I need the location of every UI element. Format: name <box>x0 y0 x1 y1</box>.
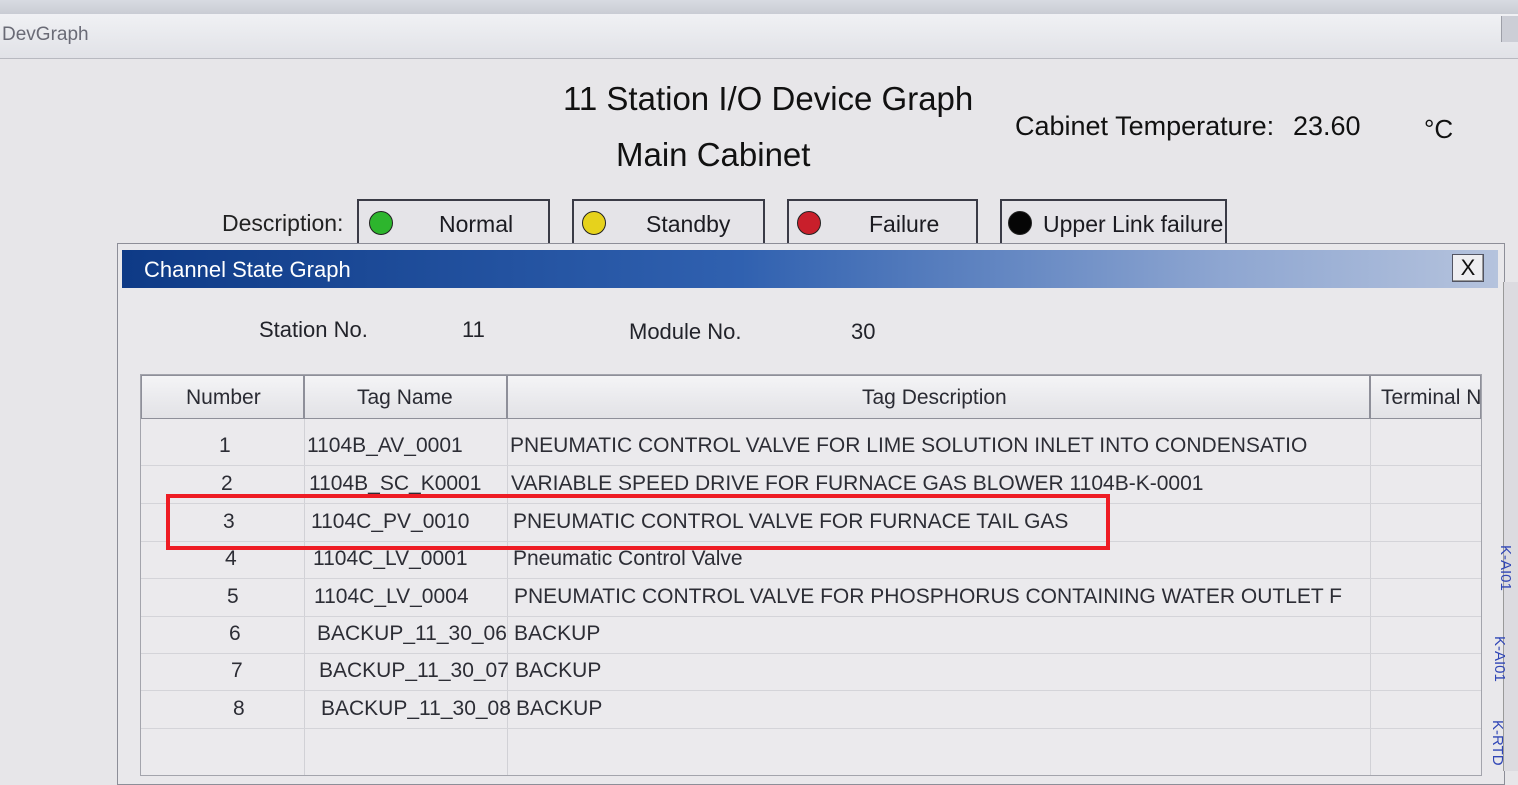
row-tag-name: 1104B_AV_0001 <box>307 434 463 457</box>
dialog-title: Channel State Graph <box>144 257 351 282</box>
row-number: 6 <box>229 622 241 645</box>
row-tag-description: Pneumatic Control Valve <box>513 547 743 570</box>
window-titlebar[interactable]: DevGraph <box>0 14 1518 59</box>
row-tag-name: BACKUP_11_30_07 <box>319 659 509 682</box>
column-header-terminal[interactable]: Terminal N <box>1370 375 1481 419</box>
yellow-status-dot-icon <box>582 211 606 235</box>
row-tag-description: BACKUP <box>516 697 603 720</box>
row-number: 4 <box>225 547 237 570</box>
legend-item-label: Normal <box>439 211 514 237</box>
window-control-button[interactable] <box>1501 16 1518 42</box>
module-number-value: 30 <box>851 319 876 344</box>
table-row[interactable]: 7 BACKUP_11_30_07 BACKUP <box>141 653 1481 691</box>
green-status-dot-icon <box>369 211 393 235</box>
page-title: 11 Station I/O Device Graph <box>563 80 974 117</box>
row-tag-description: PNEUMATIC CONTROL VALVE FOR PHOSPHORUS C… <box>514 585 1343 608</box>
legend-item-failure: Failure <box>787 199 978 245</box>
close-button[interactable]: X <box>1452 254 1484 282</box>
window-title: DevGraph <box>2 24 89 45</box>
cabinet-temperature-label: Cabinet Temperature: <box>1015 111 1275 141</box>
row-tag-name: BACKUP_11_30_06 <box>317 622 507 645</box>
cabinet-temperature-value: 23.60 <box>1293 111 1361 141</box>
station-number-value: 11 <box>462 317 485 342</box>
desktop-top-strip <box>0 0 1518 14</box>
table-row[interactable]: 5 1104C_LV_0004 PNEUMATIC CONTROL VALVE … <box>141 579 1481 617</box>
row-tag-description: BACKUP <box>514 622 601 645</box>
cabinet-temperature-unit: °C <box>1424 114 1454 144</box>
legend-item-label: Upper Link failure <box>1043 211 1224 237</box>
row-number: 1 <box>219 434 231 457</box>
station-number-label: Station No. <box>259 317 368 342</box>
legend-item-upper-link-failure: Upper Link failure <box>1000 199 1227 245</box>
side-label: K-RTD <box>1489 720 1506 766</box>
legend-item-standby: Standby <box>572 199 765 245</box>
row-tag-description: PNEUMATIC CONTROL VALVE FOR LIME SOLUTIO… <box>510 434 1308 457</box>
row-number: 8 <box>233 697 245 720</box>
legend-item-label: Failure <box>869 211 940 237</box>
legend-item-label: Standby <box>646 211 731 237</box>
red-status-dot-icon <box>797 211 821 235</box>
page-subtitle: Main Cabinet <box>616 136 811 173</box>
column-header-tag-description[interactable]: Tag Description <box>507 375 1370 419</box>
row-number: 7 <box>231 659 243 682</box>
highlight-box <box>166 494 1110 550</box>
module-number-label: Module No. <box>629 319 742 344</box>
row-number: 5 <box>227 585 239 608</box>
side-panel <box>1503 282 1518 771</box>
column-header-number[interactable]: Number <box>141 375 304 419</box>
table-row[interactable]: 6 BACKUP_11_30_06 BACKUP <box>141 616 1481 654</box>
row-tag-name: 1104B_SC_K0001 <box>309 472 482 495</box>
table-row[interactable]: 1 1104B_AV_0001 PNEUMATIC CONTROL VALVE … <box>141 428 1481 466</box>
black-status-dot-icon <box>1008 211 1032 235</box>
row-tag-description: VARIABLE SPEED DRIVE FOR FURNACE GAS BLO… <box>511 472 1204 495</box>
legend-label: Description: <box>222 210 344 236</box>
dialog-titlebar[interactable]: Channel State Graph X <box>122 250 1498 288</box>
side-label: K-AI01 <box>1497 545 1514 591</box>
column-header-tag-name[interactable]: Tag Name <box>304 375 507 419</box>
legend-item-normal: Normal <box>357 199 550 245</box>
row-number: 2 <box>221 472 233 495</box>
row-tag-name: BACKUP_11_30_08 <box>321 697 511 720</box>
side-label: K-AI01 <box>1491 636 1508 682</box>
channel-table: Number Tag Name Tag Description Terminal… <box>140 374 1482 776</box>
row-tag-name: 1104C_LV_0001 <box>313 547 468 570</box>
row-tag-description: BACKUP <box>515 659 602 682</box>
table-row[interactable]: 8 BACKUP_11_30_08 BACKUP <box>141 691 1481 729</box>
row-tag-name: 1104C_LV_0004 <box>314 585 469 608</box>
